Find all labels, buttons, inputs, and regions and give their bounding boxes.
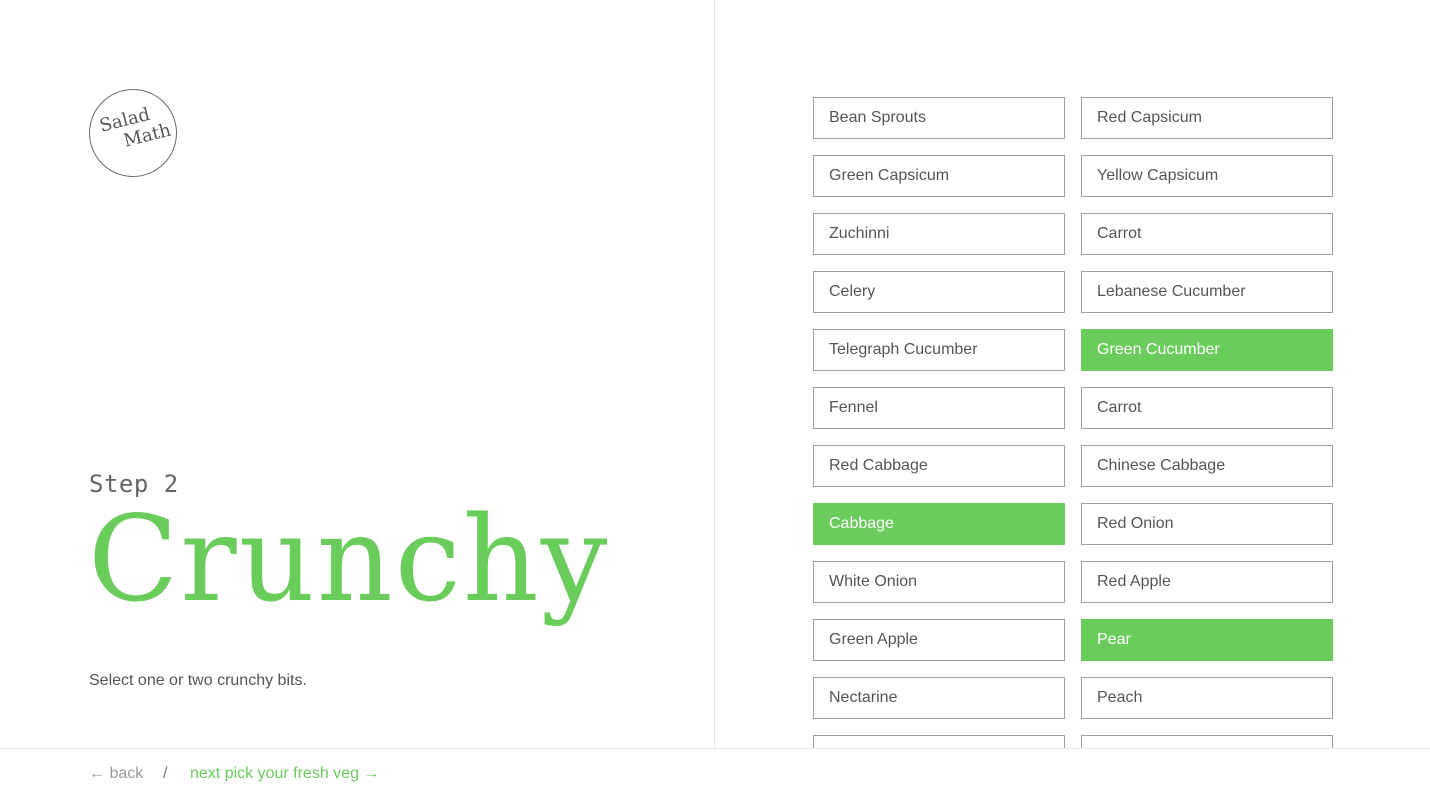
footer-nav: ← back / next pick your fresh veg → [0,748,1430,800]
option-button[interactable] [1081,735,1333,748]
option-button[interactable]: Bean Sprouts [813,97,1065,139]
option-button[interactable]: Yellow Capsicum [1081,155,1333,197]
option-button[interactable] [813,735,1065,748]
options-panel[interactable]: Bean Sprouts Red Capsicum Green Capsicum Ye… [716,0,1430,748]
footer-separator: / [163,765,168,782]
option-button[interactable]: Red Apple [1081,561,1333,603]
option-button[interactable]: Cabbage [813,503,1065,545]
option-button[interactable]: Telegraph Cucumber [813,329,1065,371]
options-grid: Bean Sprouts Red Capsicum Green Capsicum Ye… [813,97,1333,748]
option-button[interactable]: Carrot [1081,387,1333,429]
option-button[interactable]: Green Capsicum [813,155,1065,197]
option-button[interactable]: Red Cabbage [813,445,1065,487]
option-button[interactable]: Carrot [1081,213,1333,255]
option-button[interactable]: Fennel [813,387,1065,429]
back-link[interactable]: ← back [89,765,143,783]
next-link[interactable]: next pick your fresh veg → [190,765,379,783]
salad-math-logo[interactable]: Salad Math [89,89,177,177]
option-button[interactable]: Lebanese Cucumber [1081,271,1333,313]
left-panel: Salad Math Step 2 Crunchy Select one or … [0,0,715,748]
option-button[interactable]: Celery [813,271,1065,313]
option-button[interactable]: Zuchinni [813,213,1065,255]
option-button[interactable]: Red Onion [1081,503,1333,545]
option-button[interactable]: Green Apple [813,619,1065,661]
option-button[interactable]: Peach [1081,677,1333,719]
option-button[interactable]: White Onion [813,561,1065,603]
option-button[interactable]: Green Cucumber [1081,329,1333,371]
step-description: Select one or two crunchy bits. [89,672,307,689]
option-button[interactable]: Chinese Cabbage [1081,445,1333,487]
option-button[interactable]: Pear [1081,619,1333,661]
step-title: Crunchy [88,490,610,628]
option-button[interactable]: Nectarine [813,677,1065,719]
option-button[interactable]: Red Capsicum [1081,97,1333,139]
